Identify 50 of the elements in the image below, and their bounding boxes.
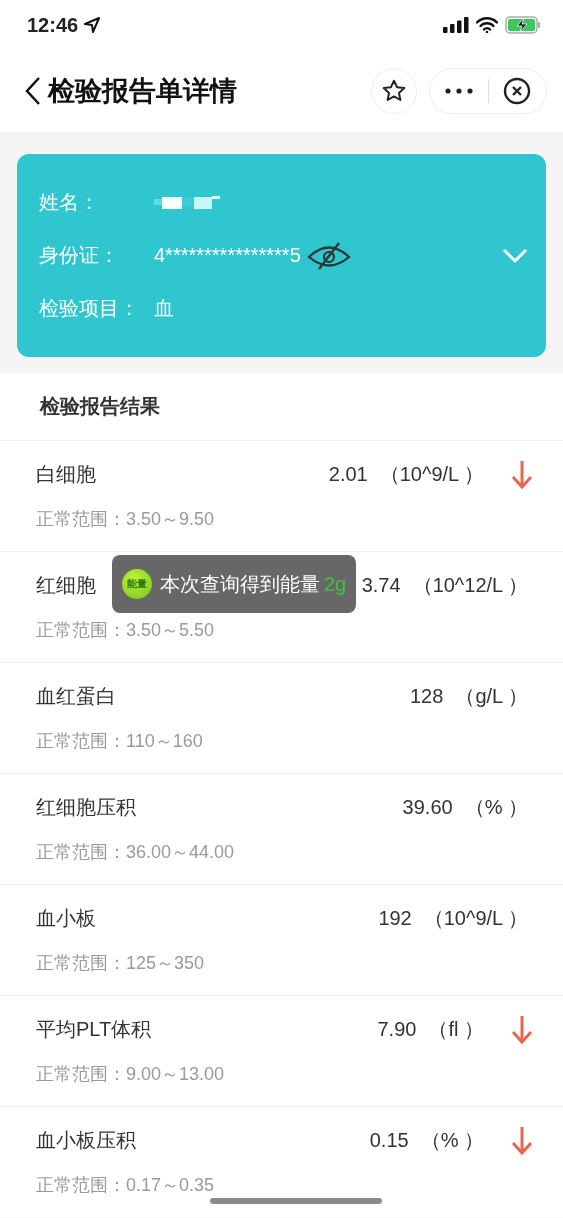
test-name: 血红蛋白 xyxy=(36,683,116,709)
field-value: 血 xyxy=(154,296,174,321)
test-value: 192 xyxy=(378,906,412,930)
signal-icon xyxy=(443,17,469,33)
page-title: 检验报告单详情 xyxy=(48,75,238,108)
battery-charging-icon xyxy=(505,16,541,34)
test-name: 血小板压积 xyxy=(36,1127,136,1153)
normal-range: 正常范围：36.00～44.00 xyxy=(36,841,236,864)
clock-time: 12:46 xyxy=(27,13,79,37)
test-name: 红细胞压积 xyxy=(36,794,136,820)
test-unit: （% ） xyxy=(420,1127,484,1153)
field-label: 身份证： xyxy=(39,243,120,268)
test-value: 3.74 xyxy=(361,573,401,597)
toast-text: 本次查询得到能量 xyxy=(160,571,320,597)
test-unit: （g/L ） xyxy=(455,683,528,709)
normal-range: 正常范围：125～350 xyxy=(36,952,206,975)
section-title: 检验报告结果 xyxy=(38,394,161,419)
normal-range: 正常范围：110～160 xyxy=(36,730,204,753)
test-name: 平均PLT体积 xyxy=(36,1016,152,1042)
test-value: 0.15 xyxy=(369,1128,409,1152)
test-name: 红细胞 xyxy=(36,572,96,598)
close-icon xyxy=(503,77,532,105)
field-label: 检验项目： xyxy=(39,296,140,321)
test-value: 128 xyxy=(410,684,444,708)
test-unit: （10^9/L ） xyxy=(379,461,484,487)
test-name: 血小板 xyxy=(36,905,96,931)
back-chevron-icon[interactable] xyxy=(24,76,42,106)
test-unit: （fl ） xyxy=(428,1016,484,1042)
location-arrow-icon xyxy=(84,17,101,33)
test-unit: （% ） xyxy=(464,794,528,820)
normal-range: 正常范围：3.50～5.50 xyxy=(36,619,216,642)
id-number: 4****************5 xyxy=(154,244,301,267)
star-icon xyxy=(381,78,407,104)
test-unit: （10^12/L ） xyxy=(412,572,528,598)
field-label: 姓名： xyxy=(39,190,100,215)
eye-slash-icon[interactable] xyxy=(306,241,351,270)
normal-range: 正常范围：3.50～9.50 xyxy=(36,508,216,531)
energy-badge: 能量 xyxy=(122,569,152,599)
test-value: 39.60 xyxy=(402,795,453,819)
wifi-icon xyxy=(476,17,498,33)
energy-amount: 2g xyxy=(324,572,347,596)
test-value: 7.90 xyxy=(377,1017,417,1041)
test-value: 2.01 xyxy=(328,462,368,486)
redacted-name xyxy=(154,195,220,210)
favorite-button[interactable] xyxy=(371,68,417,114)
more-dots-icon xyxy=(444,88,473,94)
test-unit: （10^9/L ） xyxy=(423,905,528,931)
normal-range: 正常范围：9.00～13.00 xyxy=(36,1063,226,1086)
normal-range: 正常范围：0.17～0.35 xyxy=(36,1174,216,1197)
test-name: 白细胞 xyxy=(36,461,96,487)
